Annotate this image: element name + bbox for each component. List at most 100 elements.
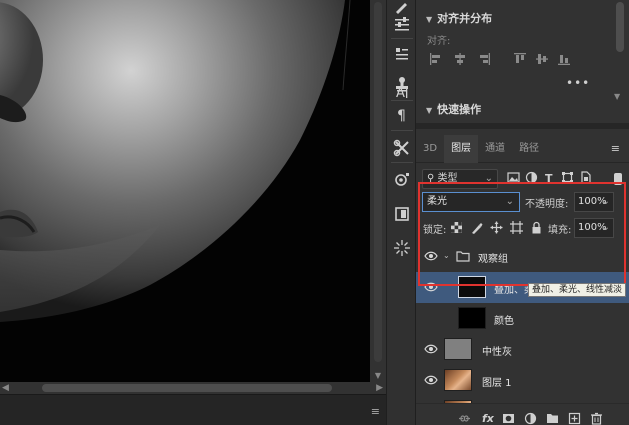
scroll-down-arrow-icon[interactable]: ▼	[614, 92, 620, 101]
delete-layer-icon[interactable]	[590, 412, 604, 425]
eye-icon[interactable]	[424, 251, 438, 263]
eye-icon[interactable]	[424, 375, 438, 387]
new-group-icon[interactable]	[546, 412, 560, 425]
more-options-button[interactable]: •••	[566, 76, 590, 90]
lock-all-icon[interactable]	[530, 221, 544, 235]
link-layers-icon[interactable]	[458, 412, 472, 425]
align-horizontal-centers-icon[interactable]	[453, 52, 467, 66]
new-layer-icon[interactable]	[568, 412, 582, 425]
info-panel-icon[interactable]	[390, 202, 414, 226]
lock-row: 锁定: 填充: 100% ⌄	[420, 217, 625, 239]
filter-adjustment-icon[interactable]	[524, 171, 538, 185]
blend-mode-select[interactable]: 柔光 ⌄	[422, 192, 520, 212]
chevron-down-icon: ▼	[426, 15, 433, 24]
align-distribute-panel: ▼ 对齐并分布 对齐: ••• ▼ 快速操作 ▼	[416, 0, 629, 123]
filter-toggle-switch[interactable]	[614, 173, 622, 185]
eye-icon[interactable]	[424, 282, 438, 294]
layer-thumbnail	[458, 307, 486, 329]
layer-row[interactable]: 中性灰	[416, 334, 629, 365]
lock-label: 锁定:	[423, 225, 447, 236]
layer-thumbnail	[444, 369, 472, 391]
filter-type-icon[interactable]: T	[542, 171, 556, 185]
layer-filter-select[interactable]: ⚲ 类型 ⌄	[422, 169, 498, 189]
layers-panel: 3D 图层 通道 路径 ≡ ⚲ 类型 ⌄ T 柔光 ⌄ 不透明度: 100% ⌄…	[416, 123, 629, 425]
layer-name: 观察组	[478, 254, 508, 265]
lock-position-icon[interactable]	[490, 221, 504, 235]
quick-actions-header[interactable]: ▼ 快速操作	[426, 101, 481, 117]
align-bottom-edges-icon[interactable]	[557, 52, 571, 66]
opacity-input[interactable]: 100% ⌄	[574, 192, 614, 212]
right-panel: ▼ 对齐并分布 对齐: ••• ▼ 快速操作 ▼ 3D 图层 通道 路径 ≡ ⚲ 类…	[416, 0, 629, 425]
scroll-right-arrow-icon[interactable]: ▶	[376, 382, 383, 394]
lock-transparent-pixels-icon[interactable]	[450, 221, 464, 235]
paragraph-icon[interactable]: ¶	[390, 102, 414, 126]
chevron-down-icon: ⌄	[484, 173, 493, 184]
align-title: 对齐并分布	[437, 12, 493, 25]
lock-artboard-icon[interactable]	[510, 221, 524, 235]
align-right-edges-icon[interactable]	[477, 52, 491, 66]
panel-icon-column: A ¶	[386, 0, 416, 425]
navigator-icon[interactable]	[390, 168, 414, 192]
layer-row[interactable]: 颜色	[416, 303, 629, 334]
svg-text:A: A	[396, 86, 405, 101]
layer-name: 图层 1	[482, 378, 512, 389]
adjustments-sliders-icon[interactable]	[390, 12, 414, 36]
chevron-down-icon: ⌄	[601, 196, 610, 207]
align-left-edges-icon[interactable]	[429, 52, 443, 66]
fill-label: 填充:	[548, 225, 572, 236]
status-menu-icon[interactable]: ≡	[371, 405, 380, 418]
eye-icon[interactable]	[424, 344, 438, 356]
color-sampler-icon[interactable]	[390, 236, 414, 260]
search-icon: ⚲	[427, 173, 435, 184]
opacity-label: 不透明度:	[525, 199, 569, 210]
layer-name-tooltip: 叠加、柔光、线性减淡	[528, 283, 627, 297]
chevron-down-icon: ▼	[426, 106, 433, 115]
quick-actions-title: 快速操作	[437, 103, 482, 116]
blend-mode-value: 柔光	[427, 196, 447, 207]
tab-3d[interactable]: 3D	[416, 135, 444, 163]
layer-name: 颜色	[494, 316, 514, 327]
panel-menu-icon[interactable]: ≡	[611, 135, 620, 163]
vertical-scroll-thumb[interactable]	[374, 2, 382, 362]
fill-input[interactable]: 100% ⌄	[574, 218, 614, 238]
canvas-horizontal-scrollbar[interactable]: ◀ ▶	[0, 382, 386, 394]
align-top-edges-icon[interactable]	[513, 52, 527, 66]
filter-kind-label: 类型	[437, 173, 458, 184]
layer-row-group[interactable]: ⌄ 观察组	[416, 241, 629, 272]
filter-shape-icon[interactable]	[560, 171, 574, 185]
align-section-header[interactable]: ▼ 对齐并分布	[426, 10, 492, 26]
blend-row: 柔光 ⌄ 不透明度: 100% ⌄	[420, 192, 625, 214]
document-canvas[interactable]	[0, 0, 370, 382]
panel-scroll-thumb[interactable]	[616, 2, 624, 52]
layers-bottom-toolbar: fx	[416, 403, 629, 425]
folder-icon	[456, 250, 470, 262]
align-vertical-centers-icon[interactable]	[535, 52, 549, 66]
tool-presets-icon[interactable]	[390, 136, 414, 160]
add-mask-icon[interactable]	[502, 412, 516, 425]
canvas-vertical-scrollbar[interactable]: ▼	[370, 0, 386, 382]
chevron-down-icon: ⌄	[505, 196, 514, 207]
layer-thumbnail	[444, 338, 472, 360]
filter-pixel-icon[interactable]	[506, 171, 520, 185]
status-bar: ≡	[0, 394, 386, 425]
layer-filter-row: ⚲ 类型 ⌄ T	[420, 169, 625, 189]
chevron-down-icon: ⌄	[601, 222, 610, 233]
character-icon[interactable]: A	[390, 80, 414, 104]
properties-icon[interactable]	[390, 42, 414, 66]
filter-smart-object-icon[interactable]	[578, 171, 592, 185]
layers-panel-tabs: 3D 图层 通道 路径	[416, 135, 629, 163]
scroll-down-arrow-icon[interactable]: ▼	[370, 371, 386, 380]
new-adjustment-layer-icon[interactable]	[524, 412, 538, 425]
layer-name: 中性灰	[482, 347, 512, 358]
layer-style-fx-icon[interactable]: fx	[482, 412, 496, 425]
horizontal-scroll-thumb[interactable]	[42, 384, 332, 392]
canvas-image	[0, 0, 370, 382]
svg-text:¶: ¶	[397, 108, 406, 123]
chevron-down-icon[interactable]: ⌄	[443, 251, 450, 260]
tab-paths[interactable]: 路径	[512, 135, 546, 163]
lock-image-pixels-icon[interactable]	[470, 221, 484, 235]
layer-row[interactable]: 图层 1	[416, 365, 629, 396]
tab-layers[interactable]: 图层	[444, 135, 479, 163]
tab-channels[interactable]: 通道	[478, 135, 512, 163]
scroll-left-arrow-icon[interactable]: ◀	[2, 382, 9, 394]
